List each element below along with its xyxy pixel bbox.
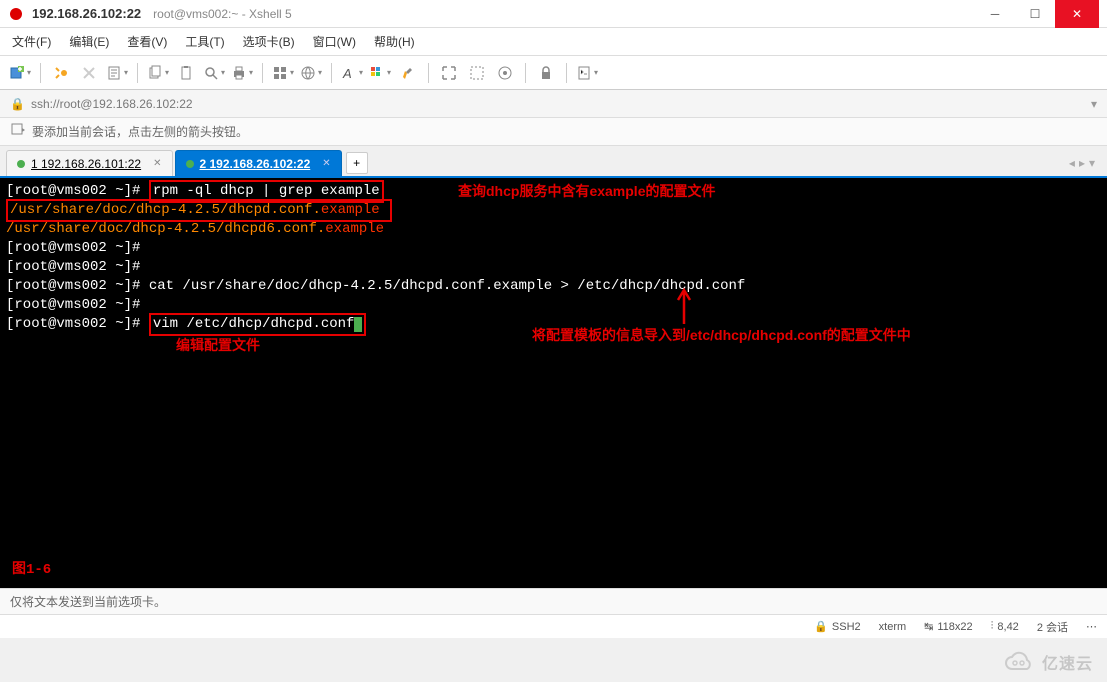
app-icon bbox=[8, 6, 24, 22]
lock-button[interactable] bbox=[534, 61, 558, 85]
menu-edit[interactable]: 编辑(E) bbox=[69, 33, 109, 50]
menu-window[interactable]: 窗口(W) bbox=[313, 33, 356, 50]
tab-1-close-icon[interactable]: ✕ bbox=[153, 158, 161, 169]
watermark-text: 亿速云 bbox=[1042, 650, 1093, 674]
address-dropdown-icon[interactable]: ▾ bbox=[1091, 97, 1097, 111]
annotation-query: 查询dhcp服务中含有example的配置文件 bbox=[458, 182, 715, 201]
tab-list-icon[interactable]: ▾ bbox=[1089, 156, 1095, 170]
address-text: ssh://root@192.168.26.102:22 bbox=[31, 97, 193, 111]
menu-tools[interactable]: 工具(T) bbox=[185, 33, 224, 50]
menu-help[interactable]: 帮助(H) bbox=[374, 33, 415, 50]
hint-bar: 要添加当前会话，点击左侧的箭头按钮。 bbox=[0, 118, 1107, 146]
toolbar: A bbox=[0, 56, 1107, 90]
transparency-button[interactable] bbox=[465, 61, 489, 85]
tab-prev-icon[interactable]: ◂ bbox=[1069, 156, 1075, 170]
highlight-button[interactable] bbox=[396, 61, 420, 85]
annotation-box-2: /usr/share/doc/dhcp-4.2.5/dhcpd.conf.exa… bbox=[6, 199, 392, 222]
disconnect-button[interactable] bbox=[77, 61, 101, 85]
annotation-edit: 编辑配置文件 bbox=[176, 336, 260, 355]
titlebar-path: root@vms002:~ - Xshell 5 bbox=[153, 7, 292, 21]
prompt: [root@vms002 ~]# bbox=[6, 316, 149, 332]
print-button[interactable] bbox=[230, 61, 254, 85]
prompt: [root@vms002 ~]# bbox=[6, 183, 149, 199]
address-bar[interactable]: 🔒 ssh://root@192.168.26.102:22 ▾ bbox=[0, 90, 1107, 118]
tab-2-label: 2 192.168.26.102:22 bbox=[200, 157, 311, 171]
status-term: xterm bbox=[879, 621, 907, 633]
status-ssh: 🔒 SSH2 bbox=[814, 620, 860, 633]
properties-button[interactable] bbox=[105, 61, 129, 85]
new-session-button[interactable] bbox=[8, 61, 32, 85]
command-line: [root@vms002 ~]# cat /usr/share/doc/dhcp… bbox=[6, 277, 1101, 296]
font-button[interactable]: A bbox=[340, 61, 364, 85]
figure-label: 图1-6 bbox=[12, 561, 51, 580]
add-tab-button[interactable]: + bbox=[346, 152, 368, 174]
svg-text:A: A bbox=[342, 66, 352, 81]
watermark: 亿速云 bbox=[1002, 650, 1093, 674]
menu-file[interactable]: 文件(F) bbox=[12, 33, 51, 50]
ontop-button[interactable] bbox=[493, 61, 517, 85]
copy-button[interactable] bbox=[146, 61, 170, 85]
tab-2-close-icon[interactable]: ✕ bbox=[322, 158, 330, 169]
terminal-pane[interactable]: [root@vms002 ~]# rpm -ql dhcp | grep exa… bbox=[0, 176, 1107, 588]
tab-1-label: 1 192.168.26.101:22 bbox=[31, 157, 141, 171]
lock-icon: 🔒 bbox=[10, 97, 25, 111]
tab-navigation: ◂ ▸ ▾ bbox=[1069, 150, 1101, 176]
cursor bbox=[354, 317, 362, 332]
status-position: ⫶ 8,42 bbox=[991, 620, 1019, 633]
prompt: [root@vms002 ~]# bbox=[6, 258, 1101, 277]
menubar: 文件(F) 编辑(E) 查看(V) 工具(T) 选项卡(B) 窗口(W) 帮助(… bbox=[0, 28, 1107, 56]
session-tabs: 1 192.168.26.101:22 ✕ 2 192.168.26.102:2… bbox=[0, 146, 1107, 176]
color-button[interactable] bbox=[368, 61, 392, 85]
maximize-button[interactable]: ☐ bbox=[1015, 0, 1055, 28]
close-button[interactable]: ✕ bbox=[1055, 0, 1099, 28]
status-size: ↹ 118x22 bbox=[924, 620, 973, 633]
status-menu-icon[interactable]: ⋯ bbox=[1086, 620, 1097, 633]
status-dot-icon bbox=[17, 160, 25, 168]
annotation-import: 将配置模板的信息导入到/etc/dhcp/dhcpd.conf的配置文件中 bbox=[532, 326, 911, 345]
hint-icon bbox=[10, 122, 26, 141]
reconnect-button[interactable] bbox=[49, 61, 73, 85]
menu-view[interactable]: 查看(V) bbox=[127, 33, 167, 50]
tab-1[interactable]: 1 192.168.26.101:22 ✕ bbox=[6, 150, 173, 176]
tab-next-icon[interactable]: ▸ bbox=[1079, 156, 1085, 170]
command-placeholder: 仅将文本发送到当前选项卡。 bbox=[10, 593, 166, 610]
status-bar: 🔒 SSH2 xterm ↹ 118x22 ⫶ 8,42 2 会话 ⋯ bbox=[0, 614, 1107, 638]
tab-2[interactable]: 2 192.168.26.102:22 ✕ bbox=[175, 150, 342, 176]
layout-button[interactable] bbox=[271, 61, 295, 85]
prompt: [root@vms002 ~]# bbox=[6, 239, 1101, 258]
hint-text: 要添加当前会话，点击左侧的箭头按钮。 bbox=[32, 123, 248, 140]
encoding-button[interactable] bbox=[299, 61, 323, 85]
cloud-icon bbox=[1002, 651, 1036, 673]
menu-tabs[interactable]: 选项卡(B) bbox=[243, 33, 295, 50]
paste-button[interactable] bbox=[174, 61, 198, 85]
titlebar-ip: 192.168.26.102:22 bbox=[32, 6, 141, 21]
window-titlebar: 192.168.26.102:22 root@vms002:~ - Xshell… bbox=[0, 0, 1107, 28]
minimize-button[interactable]: ─ bbox=[975, 0, 1015, 28]
fullscreen-button[interactable] bbox=[437, 61, 461, 85]
annotation-arrow-icon bbox=[672, 286, 702, 326]
status-dot-icon bbox=[186, 160, 194, 168]
annotation-box-3: vim /etc/dhcp/dhcpd.conf bbox=[149, 313, 367, 336]
status-sessions: 2 会话 bbox=[1037, 619, 1068, 635]
command-input-bar[interactable]: 仅将文本发送到当前选项卡。 bbox=[0, 588, 1107, 614]
find-button[interactable] bbox=[202, 61, 226, 85]
script-button[interactable] bbox=[575, 61, 599, 85]
